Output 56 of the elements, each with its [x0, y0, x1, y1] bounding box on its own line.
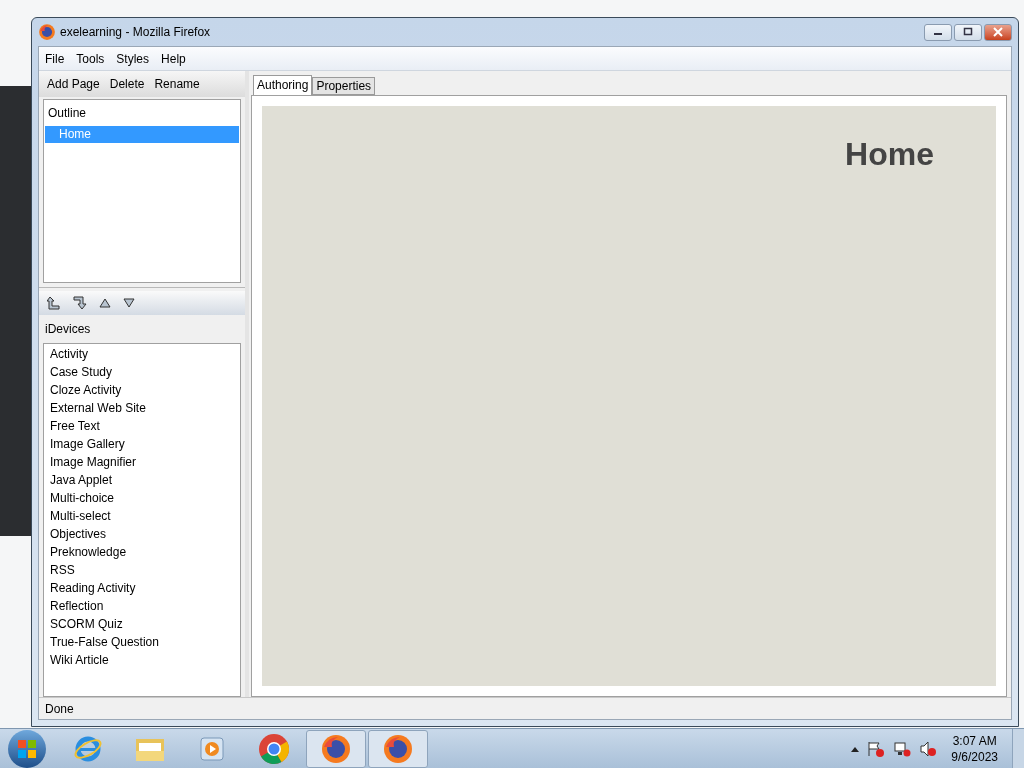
menu-item[interactable]: File — [41, 49, 69, 68]
firefox-icon[interactable] — [382, 732, 414, 765]
start-button[interactable] — [8, 729, 46, 768]
toolbar-button[interactable]: Add Page — [47, 75, 100, 93]
menu-item[interactable]: Styles — [112, 49, 154, 68]
idevice-item[interactable]: Cloze Activity — [44, 381, 240, 399]
idevice-item[interactable]: Case Study — [44, 363, 240, 381]
idevice-item[interactable]: Free Text — [44, 417, 240, 435]
taskbar-app-button[interactable] — [306, 729, 366, 768]
promote-arrow-icon[interactable] — [47, 296, 61, 310]
firefox-icon[interactable] — [320, 732, 352, 765]
tab[interactable]: Properties — [312, 77, 376, 95]
status-text: Done — [45, 700, 74, 718]
idevice-item[interactable]: Objectives — [44, 525, 240, 543]
network-icon[interactable] — [893, 740, 912, 757]
idevice-item[interactable]: External Web Site — [44, 399, 240, 417]
clock-date: 9/6/2023 — [951, 748, 998, 765]
idevice-item[interactable]: Activity — [44, 345, 240, 363]
idevice-item[interactable]: Image Gallery — [44, 435, 240, 453]
window-title: exelearning - Mozilla Firefox — [60, 24, 211, 41]
idevice-item[interactable]: SCORM Quiz — [44, 615, 240, 633]
taskbar-app-button[interactable] — [368, 729, 428, 768]
clock[interactable]: 3:07 AM 9/6/2023 — [951, 732, 998, 765]
demote-arrow-icon[interactable] — [73, 296, 87, 310]
maximize-icon — [962, 27, 974, 37]
idevice-item[interactable]: RSS — [44, 561, 240, 579]
muted-speaker-icon[interactable] — [919, 740, 938, 757]
page-heading: Home — [845, 135, 934, 174]
idevice-item[interactable]: Multi-select — [44, 507, 240, 525]
idevice-item[interactable]: Image Magnifier — [44, 453, 240, 471]
up-caret-icon[interactable] — [851, 745, 860, 752]
outline-title: Outline — [47, 105, 88, 122]
minimize-button[interactable] — [924, 23, 952, 41]
idevice-item[interactable]: Java Applet — [44, 471, 240, 489]
idevice-item[interactable]: Reading Activity — [44, 579, 240, 597]
idevices-title: iDevices — [44, 321, 92, 338]
menu-item[interactable]: Tools — [72, 49, 109, 68]
toolbar-button[interactable]: Rename — [154, 75, 200, 93]
chrome-icon[interactable] — [258, 732, 290, 765]
windows-logo-icon — [17, 738, 37, 759]
idevice-item[interactable]: Reflection — [44, 597, 240, 615]
idevice-item[interactable]: Wiki Article — [44, 651, 240, 669]
menu-item[interactable]: Help — [157, 49, 190, 68]
close-icon — [992, 27, 1004, 37]
close-button[interactable] — [984, 23, 1012, 41]
down-triangle-icon[interactable] — [123, 298, 135, 308]
idevice-item[interactable]: Preknowledge — [44, 543, 240, 561]
maximize-button[interactable] — [954, 23, 982, 41]
firefox-icon — [38, 23, 56, 41]
toolbar-button[interactable]: Delete — [109, 75, 145, 93]
up-triangle-icon[interactable] — [99, 298, 111, 308]
idevice-item[interactable]: Multi-choice — [44, 489, 240, 507]
clock-time: 3:07 AM — [952, 732, 997, 749]
flag-icon[interactable] — [867, 740, 886, 757]
idevice-item[interactable]: True-False Question — [44, 633, 240, 651]
tab[interactable]: Authoring — [253, 75, 313, 95]
